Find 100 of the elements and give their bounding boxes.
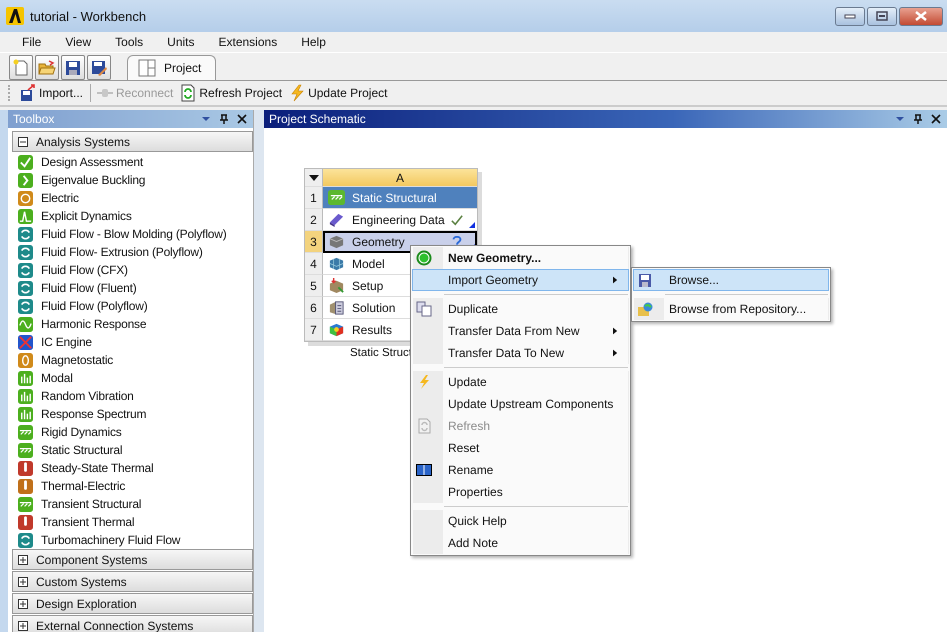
open-button[interactable] xyxy=(35,55,59,80)
toolbox-item[interactable]: Static Structural xyxy=(12,441,253,459)
folder-icon xyxy=(38,58,56,76)
minimize-button[interactable] xyxy=(835,6,865,26)
expander-icon[interactable] xyxy=(18,576,28,586)
toolbox-item[interactable]: Explicit Dynamics xyxy=(12,207,253,225)
toolbar-button[interactable]: Update Project xyxy=(286,83,392,103)
menu-item[interactable]: File xyxy=(14,35,58,49)
menu-item[interactable]: Browse... xyxy=(633,269,829,291)
group-header[interactable]: Component Systems xyxy=(12,549,253,570)
checkmark-icon xyxy=(18,154,33,170)
minimize-icon xyxy=(843,12,857,20)
group-header[interactable]: Design Exploration xyxy=(12,593,253,614)
chevron-icon xyxy=(18,172,33,188)
mesh-cube-icon xyxy=(328,255,345,272)
toolbox-item[interactable]: Fluid Flow- Extrusion (Polyflow) xyxy=(12,243,253,261)
thermometer-icon xyxy=(18,514,33,530)
maximize-icon xyxy=(875,11,889,21)
expander-icon[interactable] xyxy=(18,554,28,564)
menu-item[interactable]: Transfer Data To New xyxy=(412,342,629,364)
toolbox-item[interactable]: Harmonic Response xyxy=(12,315,253,333)
toolbar-button[interactable]: Import... xyxy=(17,83,88,103)
pin-icon[interactable] xyxy=(219,114,229,124)
menu-item[interactable]: Update xyxy=(412,371,629,393)
globe-folder-icon xyxy=(637,301,653,317)
group-header[interactable]: Analysis Systems xyxy=(12,131,253,152)
menu-item[interactable]: Rename xyxy=(412,459,629,481)
row-number: 7 xyxy=(305,319,323,341)
menu-item[interactable]: Extensions xyxy=(210,35,294,49)
menu-item[interactable]: Quick Help xyxy=(412,510,629,532)
menu-item[interactable]: Import Geometry xyxy=(412,269,629,291)
row-number: 3 xyxy=(305,231,323,253)
item-label: Transient Structural xyxy=(41,497,142,511)
close-icon[interactable] xyxy=(237,114,247,124)
system-cell[interactable]: Static Structural xyxy=(323,187,477,209)
toolbox-item[interactable]: Response Spectrum xyxy=(12,405,253,423)
toolbox-item[interactable]: Eigenvalue Buckling xyxy=(12,171,253,189)
item-label: Explicit Dynamics xyxy=(41,209,132,223)
corner-triangle-icon xyxy=(469,222,475,228)
menu-item[interactable]: View xyxy=(57,35,108,49)
item-label: Fluid Flow - Blow Molding (Polyflow) xyxy=(41,227,227,241)
toolbox-item[interactable]: Design Assessment xyxy=(12,153,253,171)
panel-title: Project Schematic xyxy=(269,112,366,126)
toolbox-item[interactable]: Fluid Flow (Polyflow) xyxy=(12,297,253,315)
menu-item[interactable]: Browse from Repository... xyxy=(633,298,829,320)
toolbox-item[interactable]: Rigid Dynamics xyxy=(12,423,253,441)
layout-icon xyxy=(138,59,156,77)
panel-title: Toolbox xyxy=(13,112,54,126)
expander-icon[interactable] xyxy=(18,598,28,608)
close-button[interactable] xyxy=(899,6,943,26)
toolbox-item[interactable]: Steady-State Thermal xyxy=(12,459,253,477)
toolbox-item[interactable]: Turbomachinery Fluid Flow xyxy=(12,531,253,549)
dropdown-icon[interactable] xyxy=(201,114,211,124)
expander-icon[interactable] xyxy=(18,620,28,630)
group-header[interactable]: Custom Systems xyxy=(12,571,253,592)
group-label: Custom Systems xyxy=(36,574,127,588)
menu-item[interactable]: New Geometry... xyxy=(412,247,629,269)
row-number: 2 xyxy=(305,209,323,231)
menu-cell[interactable] xyxy=(305,169,323,187)
close-icon[interactable] xyxy=(931,114,941,124)
toolbox-item[interactable]: Transient Structural xyxy=(12,495,253,513)
column-header: A xyxy=(323,169,477,187)
toolbox-item[interactable]: Modal xyxy=(12,369,253,387)
documents-icon xyxy=(416,301,432,317)
toolbox-item[interactable]: Fluid Flow (Fluent) xyxy=(12,279,253,297)
save-button[interactable] xyxy=(61,55,85,80)
maximize-button[interactable] xyxy=(867,6,897,26)
toolbox-item[interactable]: Random Vibration xyxy=(12,387,253,405)
toolbar-button[interactable]: Refresh Project xyxy=(177,83,286,103)
cycle-icon xyxy=(18,532,33,548)
menu-item[interactable]: Add Note xyxy=(412,532,629,554)
group-header[interactable]: External Connection Systems xyxy=(12,615,253,632)
toolbox-item[interactable]: Fluid Flow (CFX) xyxy=(12,261,253,279)
toolbox-item[interactable]: Fluid Flow - Blow Molding (Polyflow) xyxy=(12,225,253,243)
row-number: 5 xyxy=(305,275,323,297)
toolbox-item[interactable]: IC Engine xyxy=(12,333,253,351)
expander-icon[interactable] xyxy=(18,136,28,146)
toolbox-item[interactable]: Electric xyxy=(12,189,253,207)
save-as-button[interactable] xyxy=(87,55,111,80)
pin-icon[interactable] xyxy=(913,114,923,124)
project-tab[interactable]: Project xyxy=(127,55,216,80)
menu-item[interactable]: Reset xyxy=(412,437,629,459)
toolbox-item[interactable]: Magnetostatic xyxy=(12,351,253,369)
menu-item[interactable]: Tools xyxy=(107,35,160,49)
menu-item[interactable]: Help xyxy=(293,35,342,49)
dropdown-icon[interactable] xyxy=(895,114,905,124)
menu-item[interactable]: Transfer Data From New xyxy=(412,320,629,342)
item-label: Rigid Dynamics xyxy=(41,425,122,439)
menu-item[interactable]: Units xyxy=(159,35,210,49)
menu-item[interactable]: Duplicate xyxy=(412,298,629,320)
menu-item[interactable]: Properties xyxy=(412,481,629,503)
toolbox-item[interactable]: Transient Thermal xyxy=(12,513,253,531)
row-number: 6 xyxy=(305,297,323,319)
cube-icon xyxy=(328,233,345,250)
toolbox-item[interactable]: Thermal-Electric xyxy=(12,477,253,495)
row-number: 1 xyxy=(305,187,323,209)
cycle-icon xyxy=(18,298,33,314)
new-button[interactable] xyxy=(9,55,33,80)
menu-item[interactable]: Update Upstream Components xyxy=(412,393,629,415)
floppy-pencil-icon xyxy=(90,58,108,76)
